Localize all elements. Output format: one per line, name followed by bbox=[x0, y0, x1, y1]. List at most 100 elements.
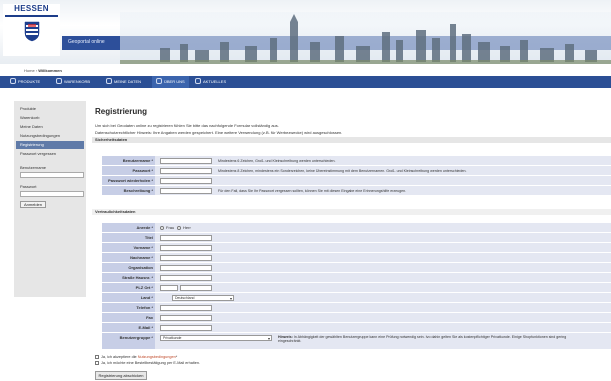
salutation-radio-frau[interactable] bbox=[160, 225, 164, 230]
nav-bullet-icon bbox=[10, 77, 16, 84]
salutation-label-herr: Herr bbox=[183, 225, 191, 230]
login-username-label: Benutzername bbox=[20, 165, 47, 170]
nav-item-label: ÜBER UNS bbox=[164, 79, 185, 84]
row-background bbox=[155, 313, 611, 322]
salutation-radio-herr[interactable] bbox=[177, 225, 181, 230]
salutation-label-frau: Frau bbox=[166, 225, 175, 230]
nav-bullet-icon bbox=[56, 77, 62, 84]
hint-label: Hinweis: bbox=[278, 334, 293, 339]
row-background bbox=[155, 176, 611, 185]
site-header: HESSEN Geoportal online bbox=[0, 0, 611, 64]
nav-bullet-icon bbox=[195, 77, 201, 84]
description-field[interactable] bbox=[160, 187, 212, 194]
sidebar-item-meine-daten[interactable]: Meine Daten bbox=[20, 123, 84, 131]
login-password-field[interactable] bbox=[20, 191, 84, 197]
form-row-description: Beschreibung * Für den Fall, dass Sie Ih… bbox=[102, 186, 611, 195]
form-label: Vorname * bbox=[102, 243, 155, 252]
breadcrumb-home[interactable]: Home bbox=[24, 68, 35, 73]
form-label: Passwort wiederholen * bbox=[102, 176, 155, 185]
row-background bbox=[155, 273, 611, 282]
sidebar-item-passwort-vergessen[interactable]: Passwort vergessen bbox=[20, 150, 84, 158]
form-row-password: Passwort * Mindestens 8 Zeichen, mindest… bbox=[102, 166, 611, 175]
sidebar-item-warenkorb[interactable]: Warenkorb bbox=[20, 114, 84, 122]
form-label: Passwort * bbox=[102, 166, 155, 175]
nav-item-aktuelles[interactable]: AKTUELLES bbox=[195, 76, 226, 88]
submit-registration-button[interactable]: Registrierung abschicken bbox=[95, 371, 147, 380]
form-row-street: Straße Hausnr. * bbox=[102, 273, 611, 282]
phone-field[interactable] bbox=[160, 304, 212, 311]
terms-required-mark: * bbox=[175, 354, 178, 359]
privacy-note: Datenschutzrechtlicher Hinweis: Ihre Ang… bbox=[95, 130, 343, 135]
nav-bullet-icon bbox=[106, 77, 112, 84]
form-label: Fax bbox=[102, 313, 155, 322]
form-label: Land * bbox=[102, 293, 155, 302]
header-tagline: Geoportal online bbox=[68, 39, 105, 45]
coat-of-arms-icon bbox=[24, 21, 40, 42]
user-group-hint-continued: eingeschränkt. bbox=[278, 339, 302, 343]
email-field[interactable] bbox=[160, 324, 212, 331]
form-label: Nachname * bbox=[102, 253, 155, 262]
form-row-email: E-Mail * bbox=[102, 323, 611, 332]
hessen-logo[interactable]: HESSEN bbox=[3, 4, 60, 56]
login-username-field[interactable] bbox=[20, 172, 84, 178]
sidebar: Produkte Warenkorb Meine Daten Nutzungsb… bbox=[14, 101, 86, 297]
nav-item-meine-daten[interactable]: MEINE DATEN bbox=[106, 76, 141, 88]
nav-bullet-icon bbox=[156, 77, 162, 84]
field-hint: Mindestens 8 Zeichen, mindestens ein Son… bbox=[218, 168, 467, 173]
main-content: Registrierung Um sich bei Geodaten onlin… bbox=[92, 101, 611, 381]
row-background bbox=[155, 253, 611, 262]
logo-text: HESSEN bbox=[14, 4, 49, 13]
login-button[interactable]: Anmelden bbox=[20, 201, 46, 208]
nav-item-produkte[interactable]: PRODUKTE bbox=[10, 76, 40, 88]
country-select[interactable]: Deutschland bbox=[172, 294, 234, 301]
password-field[interactable] bbox=[160, 167, 212, 174]
nav-item-label: AKTUELLES bbox=[203, 79, 227, 84]
sidebar-item-registrierung[interactable]: Registrierung bbox=[16, 141, 84, 149]
password-repeat-field[interactable] bbox=[160, 177, 212, 184]
user-group-select[interactable]: Privatkunde bbox=[160, 334, 272, 341]
form-label: Benutzername * bbox=[102, 156, 155, 165]
form-label: E-Mail * bbox=[102, 323, 155, 332]
form-row-title: Titel bbox=[102, 233, 611, 242]
breadcrumb-current: Willkommen bbox=[38, 68, 62, 73]
form-label: Anrede * bbox=[102, 223, 155, 232]
row-background bbox=[155, 243, 611, 252]
zip-field[interactable] bbox=[160, 284, 178, 291]
breadcrumb-separator: › bbox=[35, 68, 38, 73]
section-header-security: Sicherheitsdaten bbox=[92, 137, 611, 143]
user-group-hint: Hinweis: In Abhängigkeit der gewählten B… bbox=[278, 335, 566, 339]
terms-checkbox[interactable] bbox=[95, 355, 99, 359]
sidebar-item-produkte[interactable]: Produkte bbox=[20, 105, 84, 113]
main-nav: PRODUKTE WARENKORB MEINE DATEN ÜBER UNS … bbox=[0, 76, 611, 88]
form-row-username: Benutzername * Mindestens 6 Zeichen, Gro… bbox=[102, 156, 611, 165]
form-row-lastname: Nachname * bbox=[102, 253, 611, 262]
form-row-organisation: Organisation bbox=[102, 263, 611, 272]
row-background bbox=[155, 323, 611, 332]
firstname-field[interactable] bbox=[160, 244, 212, 251]
title-field[interactable] bbox=[160, 234, 212, 241]
nav-item-warenkorb[interactable]: WARENKORB bbox=[56, 76, 90, 88]
terms-link[interactable]: Nutzungsbedingungen bbox=[138, 355, 176, 359]
nav-item-label: PRODUKTE bbox=[18, 79, 41, 84]
confirmation-checkbox[interactable] bbox=[95, 361, 99, 365]
city-field[interactable] bbox=[180, 284, 212, 291]
hint-text: In Abhängigkeit der gewählten Benutzergr… bbox=[293, 334, 567, 339]
fax-field[interactable] bbox=[160, 314, 212, 321]
confirmation-label: Ja, ich möchte eine Bestellbestätigung p… bbox=[101, 360, 200, 365]
row-background bbox=[155, 283, 611, 292]
field-hint: Mindestens 6 Zeichen, Groß- und Kleinsch… bbox=[218, 158, 336, 163]
nav-item-ueber-uns[interactable]: ÜBER UNS bbox=[152, 76, 189, 88]
breadcrumb: Home › Willkommen bbox=[24, 68, 62, 73]
lastname-field[interactable] bbox=[160, 254, 212, 261]
username-field[interactable] bbox=[160, 157, 212, 164]
nav-item-label: WARENKORB bbox=[64, 79, 91, 84]
form-row-phone: Telefon * bbox=[102, 303, 611, 312]
street-field[interactable] bbox=[160, 274, 212, 281]
login-password-label: Passwort bbox=[20, 184, 37, 189]
form-label: Benutzergruppe * bbox=[102, 333, 155, 349]
organisation-field[interactable] bbox=[160, 264, 212, 271]
form-label: PLZ Ort * bbox=[102, 283, 155, 292]
form-row-user-group: Benutzergruppe * Privatkunde Hinweis: In… bbox=[102, 333, 611, 349]
intro-text: Um sich bei Geodaten online zu registrie… bbox=[95, 123, 279, 128]
sidebar-item-nutzungsbedingungen[interactable]: Nutzungsbedingungen bbox=[20, 132, 84, 140]
